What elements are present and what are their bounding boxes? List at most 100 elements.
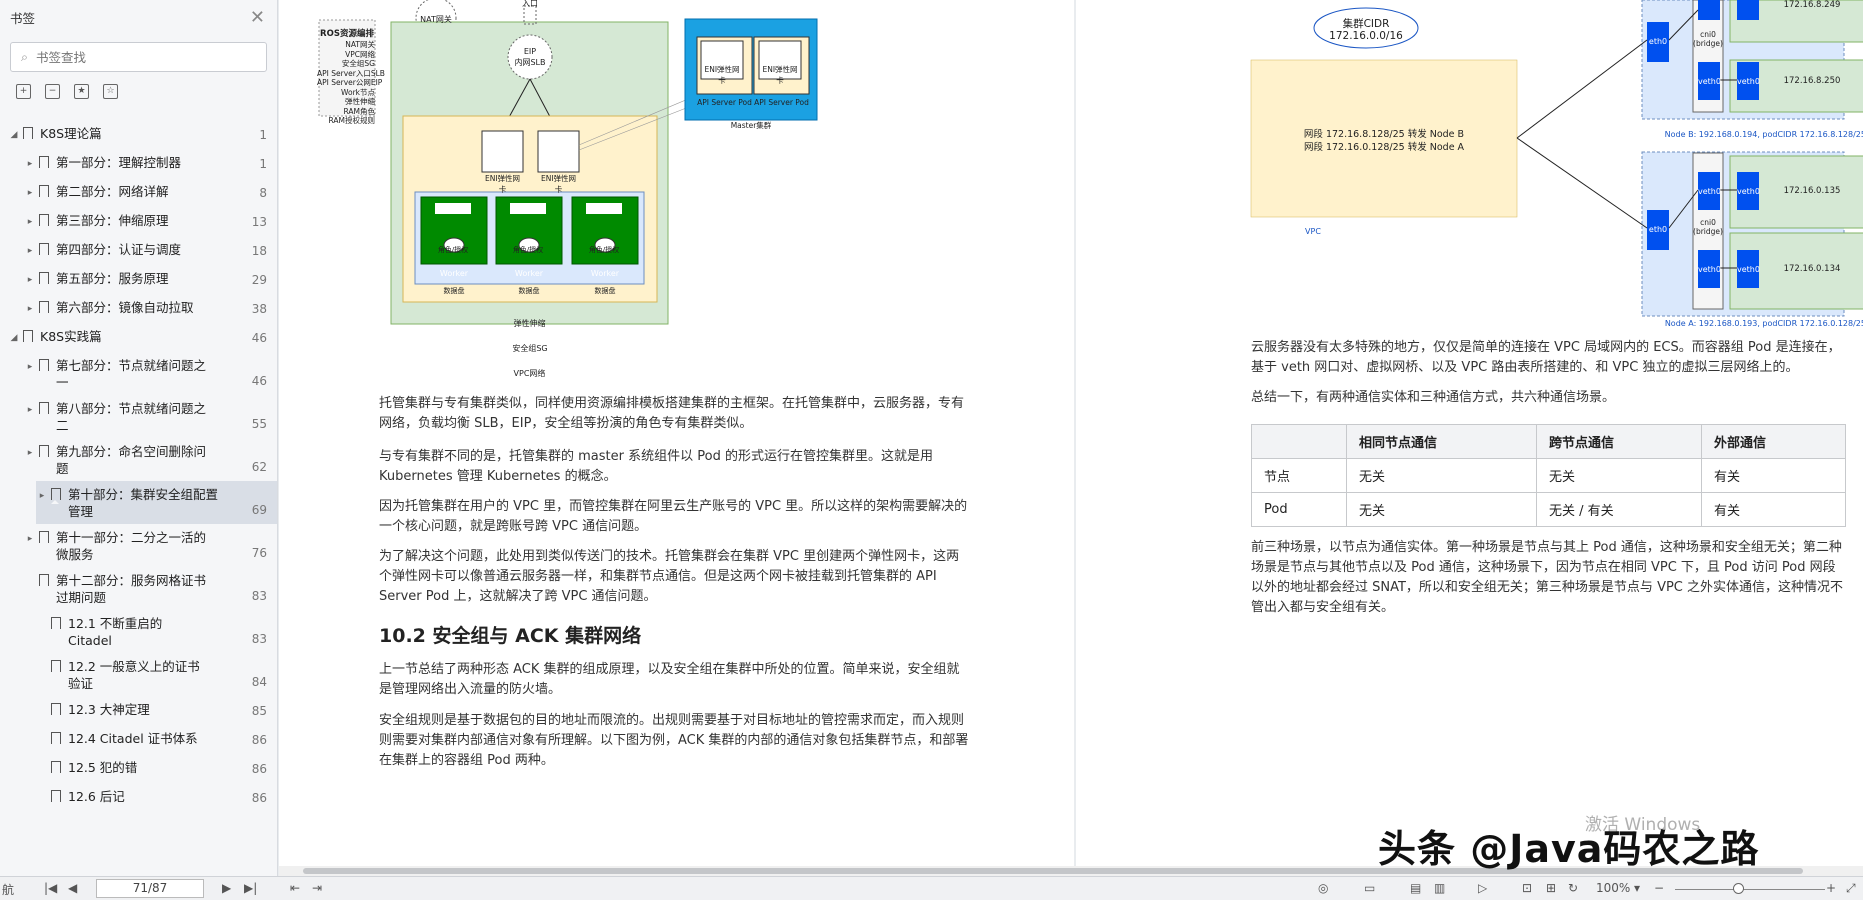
bookmark-item[interactable]: ◢ K8S理论篇 1 (0, 120, 277, 149)
expand-arrow-icon[interactable]: ▸ (24, 212, 36, 231)
expand-arrow-icon[interactable]: ◢ (8, 125, 20, 144)
ros-items: NAT网关 VPC网络 安全组SG API Server入口SLB API Se… (317, 40, 385, 125)
bookmark-item[interactable]: ▸ 第二部分：网络详解 8 (0, 178, 277, 207)
table-cell: 有关 (1701, 458, 1846, 493)
document-viewport[interactable]: ROS资源编排 NAT网关 VPC网络 安全组SG API Server入口SL… (279, 0, 1863, 866)
bookmark-item[interactable]: ▸ 第三部分：伸缩原理 13 (0, 207, 277, 236)
bookmark-icon (51, 488, 61, 504)
close-icon[interactable]: ✕ (250, 7, 265, 28)
zoom-level[interactable]: 100% (1596, 881, 1630, 895)
veth0-label-2: veth0 (1737, 77, 1760, 86)
bookmark-icon (39, 214, 49, 230)
expand-arrow-icon[interactable]: ▸ (36, 486, 48, 505)
add-bookmark-icon[interactable]: ★ (74, 84, 89, 99)
bookmark-item[interactable]: ◢ K8S实践篇 46 (0, 323, 277, 352)
worker-role-2: 角色/授权 (512, 246, 544, 254)
bookmark-item[interactable]: ▸ 第四部分：认证与调度 18 (0, 236, 277, 265)
collapse-all-icon[interactable]: − (45, 84, 60, 99)
bookmark-item[interactable]: 第十二部分：服务网格证书过期问题 83 (0, 567, 277, 610)
bookmark-item[interactable]: ▸ 第五部分：服务原理 29 (0, 265, 277, 294)
bookmark-item[interactable]: ▸ 第十一部分：二分之一活的微服务 76 (0, 524, 277, 567)
rotate-icon[interactable]: ↻ (1568, 881, 1578, 895)
pod-ip-b2: 172.16.8.250 (1783, 76, 1841, 86)
bookmark-item[interactable]: 12.5 犯的错 86 (0, 754, 277, 783)
bookmark-label: 第十部分：集群安全组配置管理 (68, 487, 219, 519)
bookmark-label: 12.2 一般意义上的证书验证 (68, 659, 200, 691)
bookmark-page-number: 46 (251, 331, 267, 345)
bookmark-item[interactable]: ▸ 第八部分：节点就绪问题之二 55 (0, 395, 277, 438)
bookmark-item[interactable]: 12.3 大神定理 85 (0, 696, 277, 725)
expand-arrow-icon[interactable]: ▸ (24, 183, 36, 202)
bookmark-item[interactable]: ▸ 第十部分：集群安全组配置管理 69 (36, 481, 277, 524)
bookmark-item[interactable]: ▸ 第一部分：理解控制器 1 (0, 149, 277, 178)
bookmark-item[interactable]: ▸ 第七部分：节点就绪问题之一 46 (0, 352, 277, 395)
fit-page-icon[interactable]: ⊡ (1522, 881, 1532, 895)
expand-arrow-icon[interactable]: ▸ (24, 443, 36, 462)
pdf-reader-window: 书签 ✕ ⌕ + − ★ ☆ ◢ K8S理论篇 1 ▸ 第一部分：理解控制器 1 ▸ 第二部分… (0, 0, 1863, 900)
nat-gateway-label: NAT网关 (420, 15, 452, 24)
bookmark-search-input[interactable] (36, 49, 237, 65)
paragraph-4: 为了解决这个问题，此处用到类似传送门的技术。托管集群会在集群 VPC 里创建两个… (379, 549, 960, 604)
continuous-page-icon[interactable]: ▤ (1410, 881, 1421, 895)
zoom-slider-track[interactable] (1675, 889, 1825, 890)
node-a-label: Node A: 192.168.0.193, podCIDR 172.16.0.… (1664, 319, 1863, 328)
bookmark-icon (39, 402, 49, 418)
next-page-icon[interactable]: ▶ (222, 881, 231, 895)
bookmark-label: 12.1 不断重启的 Citadel (68, 616, 163, 648)
bookmark-item[interactable]: 12.1 不断重启的 Citadel 83 (0, 610, 277, 653)
managed-cluster-diagram (318, 0, 818, 325)
bookmark-item[interactable]: ▸ 第六部分：镜像自动拉取 38 (0, 294, 277, 323)
pod-network-diagram (1250, 0, 1863, 317)
expand-all-icon[interactable]: + (16, 84, 31, 99)
security-group-label: 安全组SG (512, 344, 548, 353)
bookmark-icon (39, 272, 49, 288)
expand-arrow-icon[interactable]: ◢ (8, 328, 20, 347)
forward-icon[interactable]: ⇥ (312, 881, 322, 895)
back-icon[interactable]: ⇤ (290, 881, 300, 895)
last-page-icon[interactable]: ▶| (244, 881, 257, 895)
bookmark-page-number: 84 (251, 675, 267, 689)
table-cell: 节点 (1251, 458, 1347, 493)
prev-page-icon[interactable]: ◀ (68, 881, 77, 895)
worker-role-3: 角色/授权 (588, 246, 620, 254)
zoom-out-icon[interactable]: − (1654, 881, 1664, 895)
expand-arrow-icon[interactable]: ▸ (24, 400, 36, 419)
cni0-label-a: cni0 (bridge) (1693, 218, 1723, 236)
table-cell: 有关 (1701, 492, 1846, 527)
fit-width-icon[interactable]: ⊞ (1546, 881, 1556, 895)
expand-arrow-icon[interactable]: ▸ (24, 270, 36, 289)
bookmark-label: K8S理论篇 (40, 126, 102, 141)
paragraph-r3: 前三种场景，以节点为通信实体。第一种场景是节点与其上 Pod 通信，这种场景和安… (1251, 540, 1844, 615)
single-page-icon[interactable]: ▭ (1364, 881, 1375, 895)
expand-arrow-icon[interactable]: ▸ (24, 154, 36, 173)
eye-protection-icon[interactable]: ◎ (1318, 881, 1328, 895)
bookmark-item[interactable]: ▸ 第九部分：命名空间删除问题 62 (0, 438, 277, 481)
fullscreen-icon[interactable]: ⤢ (1846, 881, 1856, 896)
bookmark-item[interactable]: 12.6 后记 86 (0, 783, 277, 812)
bookmark-page-number: 13 (251, 215, 267, 229)
two-page-icon[interactable]: ▥ (1434, 881, 1445, 895)
veth0-label-5: veth0 (1698, 265, 1721, 274)
page-number-input[interactable]: 71/87 (96, 879, 204, 898)
bookmark-icon (39, 185, 49, 201)
table-header: 相同节点通信 (1346, 424, 1537, 459)
expand-arrow-icon[interactable]: ▸ (24, 241, 36, 260)
play-icon[interactable]: ▷ (1478, 881, 1487, 895)
bookmark-icon[interactable]: ☆ (103, 84, 118, 99)
entry-label: 入口 (522, 0, 538, 8)
master-eni-2: ENI弹性网卡 (762, 65, 798, 85)
nav-label: 航 (2, 883, 15, 897)
zoom-slider-knob[interactable] (1733, 883, 1744, 894)
zoom-dropdown-icon[interactable]: ▾ (1634, 881, 1640, 895)
bookmark-item[interactable]: 12.4 Citadel 证书体系 86 (0, 725, 277, 754)
expand-arrow-icon[interactable]: ▸ (24, 299, 36, 318)
section-heading: 10.2 安全组与 ACK 集群网络 (379, 625, 642, 647)
expand-arrow-icon[interactable]: ▸ (24, 529, 36, 548)
first-page-icon[interactable]: |◀ (44, 881, 57, 895)
expand-arrow-icon[interactable]: ▸ (24, 357, 36, 376)
zoom-in-icon[interactable]: + (1826, 881, 1836, 895)
bookmark-item[interactable]: 12.2 一般意义上的证书验证 84 (0, 653, 277, 696)
bookmark-search-box[interactable]: ⌕ (10, 42, 267, 72)
table-cell: 无关 (1346, 458, 1537, 493)
